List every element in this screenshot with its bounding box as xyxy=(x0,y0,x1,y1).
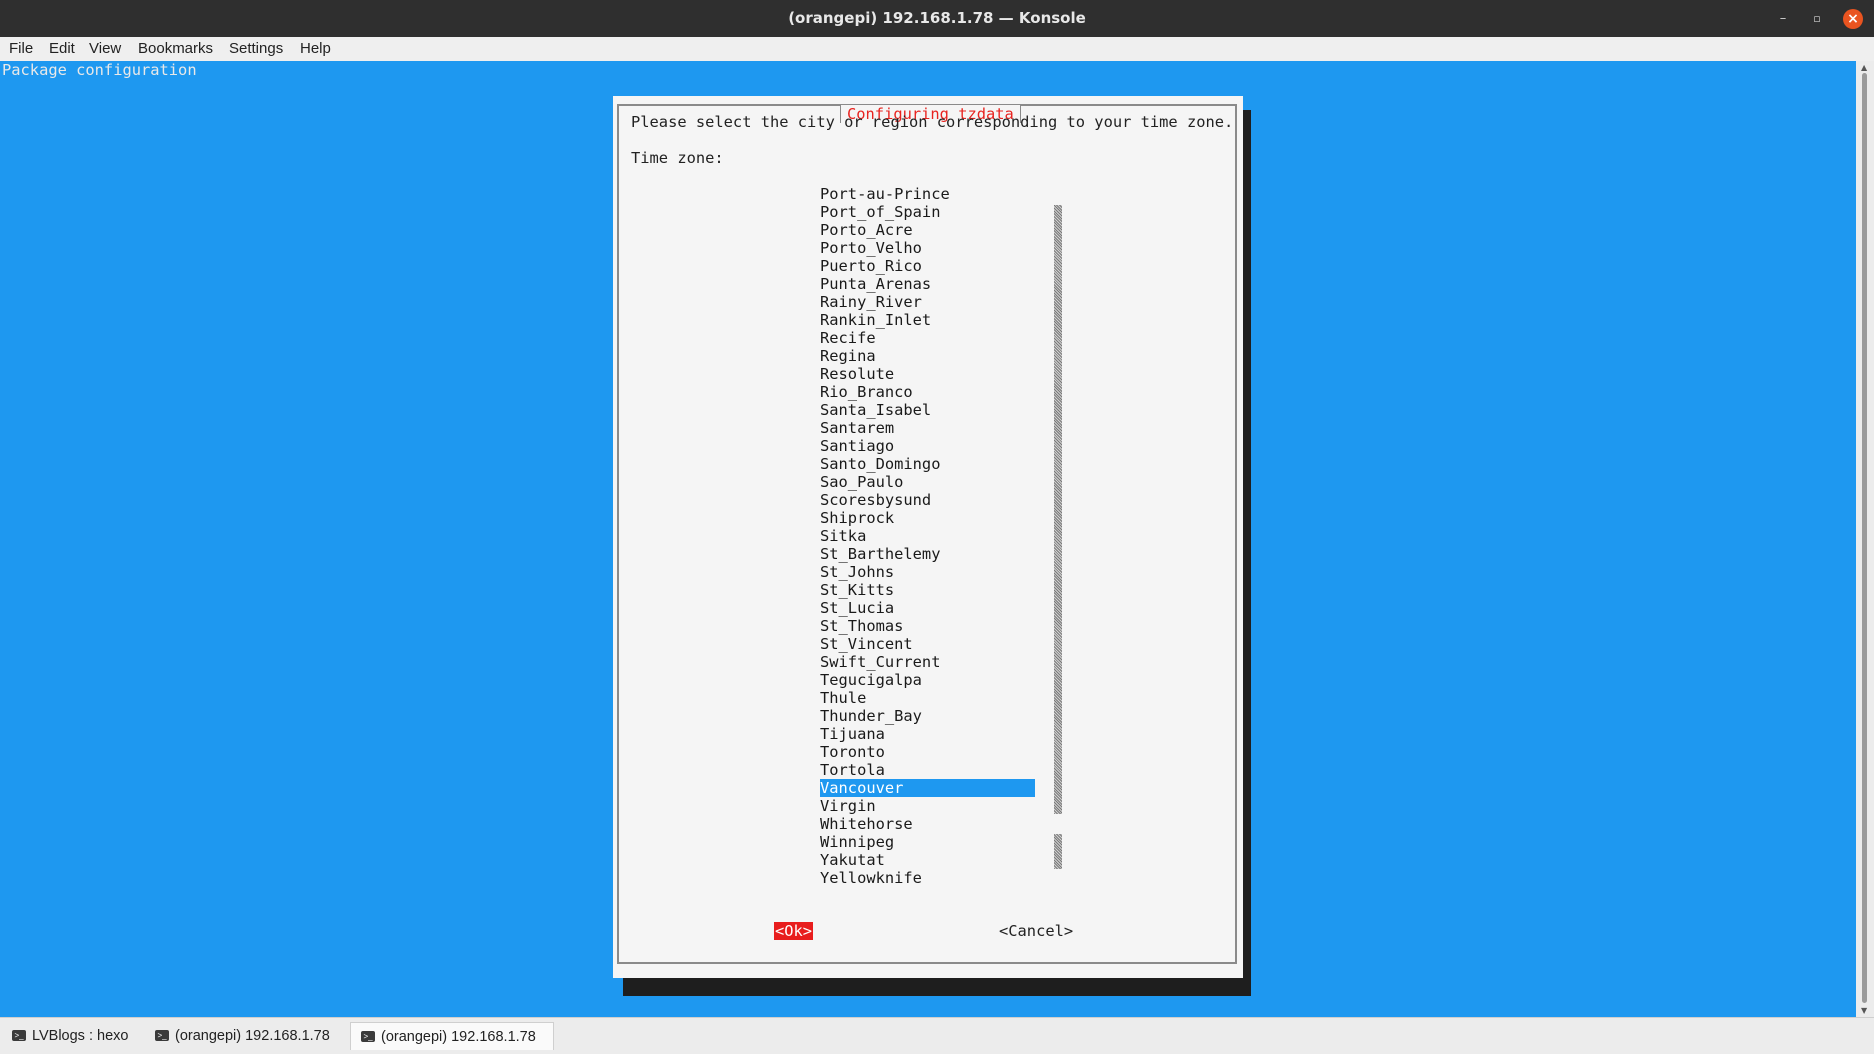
terminal-icon: >_ xyxy=(361,1031,375,1042)
dialog-prompt: Please select the city or region corresp… xyxy=(631,113,1234,131)
menu-settings[interactable]: Settings xyxy=(229,37,283,61)
list-scrollbar-thumb[interactable] xyxy=(1054,834,1062,869)
tab-orangepi-1[interactable]: >_ (orangepi) 192.168.1.78 xyxy=(145,1022,345,1050)
list-scrollbar-track xyxy=(1054,205,1062,814)
scrollbar-thumb[interactable] xyxy=(1862,73,1867,1003)
timezone-item[interactable]: Yellowknife xyxy=(820,869,1040,887)
timezone-item[interactable]: Winnipeg xyxy=(820,833,1040,851)
tab-label: (orangepi) 192.168.1.78 xyxy=(175,1028,330,1044)
timezone-item[interactable]: Rainy_River xyxy=(820,293,1040,311)
timezone-item[interactable]: Resolute xyxy=(820,365,1040,383)
timezone-item[interactable]: Thunder_Bay xyxy=(820,707,1040,725)
timezone-item[interactable]: Shiprock xyxy=(820,509,1040,527)
timezone-item[interactable]: Tortola xyxy=(820,761,1040,779)
timezone-item[interactable]: Rio_Branco xyxy=(820,383,1040,401)
timezone-item[interactable]: Santiago xyxy=(820,437,1040,455)
tab-label: (orangepi) 192.168.1.78 xyxy=(381,1029,536,1045)
timezone-item[interactable]: Puerto_Rico xyxy=(820,257,1040,275)
timezone-item[interactable]: Tegucigalpa xyxy=(820,671,1040,689)
timezone-item[interactable]: Port_of_Spain xyxy=(820,203,1040,221)
tab-lvblogs[interactable]: >_ LVBlogs : hexo xyxy=(2,1022,142,1050)
timezone-item[interactable]: Recife xyxy=(820,329,1040,347)
timezone-list[interactable]: Port-au-Prince Port_of_Spain Porto_Acre Por… xyxy=(820,185,1040,887)
package-configuration-header: Package configuration xyxy=(2,61,197,79)
terminal-scrollbar[interactable]: ▲ ▼ xyxy=(1856,61,1874,1017)
timezone-item[interactable]: Punta_Arenas xyxy=(820,275,1040,293)
timezone-item[interactable]: Santarem xyxy=(820,419,1040,437)
timezone-item[interactable]: St_Kitts xyxy=(820,581,1040,599)
menu-edit[interactable]: Edit xyxy=(49,37,75,61)
timezone-item[interactable]: Port-au-Prince xyxy=(820,185,1040,203)
timezone-item[interactable]: Whitehorse xyxy=(820,815,1040,833)
timezone-item[interactable]: Santa_Isabel xyxy=(820,401,1040,419)
tab-label: LVBlogs : hexo xyxy=(32,1028,129,1044)
close-button[interactable]: × xyxy=(1843,9,1863,29)
timezone-item[interactable]: St_Johns xyxy=(820,563,1040,581)
timezone-item[interactable]: Sao_Paulo xyxy=(820,473,1040,491)
menu-file[interactable]: File xyxy=(9,37,33,61)
menu-bar: File Edit View Bookmarks Settings Help xyxy=(0,37,1874,62)
timezone-item[interactable]: St_Lucia xyxy=(820,599,1040,617)
cancel-button[interactable]: <Cancel> xyxy=(999,922,1073,940)
timezone-item[interactable]: Sitka xyxy=(820,527,1040,545)
terminal-icon: >_ xyxy=(12,1030,26,1041)
menu-help[interactable]: Help xyxy=(300,37,331,61)
timezone-item[interactable]: Regina xyxy=(820,347,1040,365)
scroll-up-icon[interactable]: ▲ xyxy=(1861,63,1867,72)
timezone-item[interactable]: St_Thomas xyxy=(820,617,1040,635)
tab-orangepi-2[interactable]: >_ (orangepi) 192.168.1.78 xyxy=(350,1022,554,1050)
timezone-item[interactable]: Scoresbysund xyxy=(820,491,1040,509)
ok-button[interactable]: <Ok> xyxy=(774,922,814,940)
timezone-item[interactable]: St_Barthelemy xyxy=(820,545,1040,563)
terminal-icon: >_ xyxy=(155,1030,169,1041)
timezone-item[interactable]: Rankin_Inlet xyxy=(820,311,1040,329)
timezone-item[interactable]: Swift_Current xyxy=(820,653,1040,671)
timezone-item[interactable]: Santo_Domingo xyxy=(820,455,1040,473)
timezone-item[interactable]: Porto_Acre xyxy=(820,221,1040,239)
menu-bookmarks[interactable]: Bookmarks xyxy=(138,37,213,61)
tab-bar: >_ LVBlogs : hexo >_ (orangepi) 192.168.… xyxy=(0,1017,1874,1054)
timezone-item[interactable]: Toronto xyxy=(820,743,1040,761)
window-titlebar: (orangepi) 192.168.1.78 — Konsole – ▫ × xyxy=(0,0,1874,37)
maximize-button[interactable]: ▫ xyxy=(1807,9,1827,29)
timezone-item[interactable]: St_Vincent xyxy=(820,635,1040,653)
scroll-down-icon[interactable]: ▼ xyxy=(1861,1006,1867,1015)
timezone-item[interactable]: Tijuana xyxy=(820,725,1040,743)
timezone-label: Time zone: xyxy=(631,149,724,167)
timezone-item[interactable]: Thule xyxy=(820,689,1040,707)
menu-view[interactable]: View xyxy=(89,37,121,61)
timezone-item[interactable]: Virgin xyxy=(820,797,1040,815)
minimize-button[interactable]: – xyxy=(1773,9,1793,29)
window-title: (orangepi) 192.168.1.78 — Konsole xyxy=(788,9,1086,27)
timezone-item-selected[interactable]: Vancouver xyxy=(820,779,1035,797)
timezone-item[interactable]: Yakutat xyxy=(820,851,1040,869)
timezone-item[interactable]: Porto_Velho xyxy=(820,239,1040,257)
